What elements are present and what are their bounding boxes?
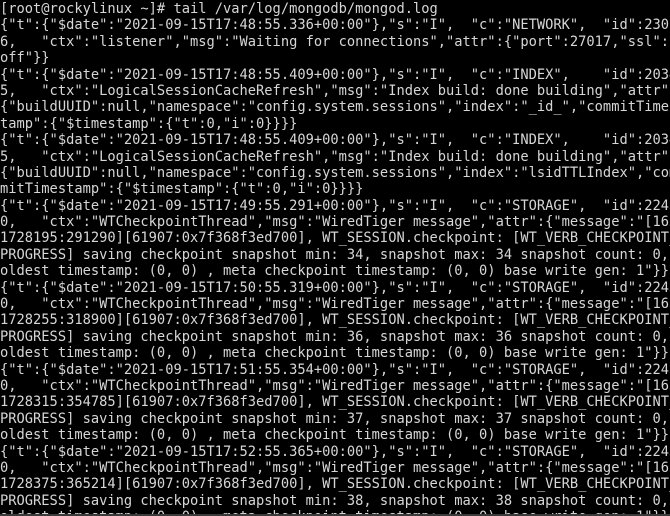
log-output-line: 0, "ctx":"WTCheckpointThread","msg":"Wir… bbox=[0, 377, 670, 394]
terminal-window[interactable]: [root@rockylinux ~]# tail /var/log/mongo… bbox=[0, 0, 670, 516]
log-output-line: {"t":{"$date":"2021-09-15T17:51:55.354+0… bbox=[0, 361, 670, 378]
log-output-line: PROGRESS] saving checkpoint snapshot min… bbox=[0, 246, 670, 263]
log-output-line: mitTimestamp":{"$timestamp":{"t":0,"i":0… bbox=[0, 181, 364, 198]
log-output-line: {"t":{"$date":"2021-09-15T17:48:55.409+0… bbox=[0, 66, 670, 83]
log-output-line: {"t":{"$date":"2021-09-15T17:52:55.365+0… bbox=[0, 443, 670, 460]
log-output-line: 0, "ctx":"WTCheckpointThread","msg":"Wir… bbox=[0, 459, 670, 476]
command-prompt-line: [root@rockylinux ~]# tail /var/log/mongo… bbox=[0, 1, 438, 17]
log-output-line: 0, "ctx":"WTCheckpointThread","msg":"Wir… bbox=[0, 214, 670, 231]
log-output-line: {"buildUUID":null,"namespace":"config.sy… bbox=[0, 164, 670, 181]
log-output-line: 6, "ctx":"listener","msg":"Waiting for c… bbox=[0, 33, 670, 50]
log-output-line: PROGRESS] saving checkpoint snapshot min… bbox=[0, 410, 670, 427]
log-output-line: oldest timestamp: (0, 0) , meta checkpoi… bbox=[0, 345, 670, 362]
log-output-line: {"t":{"$date":"2021-09-15T17:50:55.319+0… bbox=[0, 279, 670, 296]
log-output-line: 1728255:318900][61907:0x7f368f3ed700], W… bbox=[0, 312, 670, 329]
log-output-line: 5, "ctx":"LogicalSessionCacheRefresh","m… bbox=[0, 82, 670, 99]
log-output-line: 0, "ctx":"WTCheckpointThread","msg":"Wir… bbox=[0, 296, 670, 313]
log-output-line: {"t":{"$date":"2021-09-15T17:48:55.409+0… bbox=[0, 132, 670, 149]
log-output-line: PROGRESS] saving checkpoint snapshot min… bbox=[0, 492, 670, 509]
log-output-line: PROGRESS] saving checkpoint snapshot min… bbox=[0, 328, 670, 345]
log-output-line: 1728375:365214][61907:0x7f368f3ed700], W… bbox=[0, 476, 670, 493]
log-output-line: {"t":{"$date":"2021-09-15T17:49:55.291+0… bbox=[0, 197, 670, 214]
log-output-line: {"buildUUID":null,"namespace":"config.sy… bbox=[0, 99, 670, 116]
log-output-line: oldest timestamp: (0, 0) , meta checkpoi… bbox=[0, 263, 670, 280]
log-output-line: off"}} bbox=[0, 50, 50, 67]
log-output-line: oldest timestamp: (0, 0) , meta checkpoi… bbox=[0, 509, 670, 514]
log-output-line: 5, "ctx":"LogicalSessionCacheRefresh","m… bbox=[0, 148, 670, 165]
log-output-line: 1728315:354785][61907:0x7f368f3ed700], W… bbox=[0, 394, 670, 411]
log-output-line: oldest timestamp: (0, 0) , meta checkpoi… bbox=[0, 427, 670, 444]
log-output-line: 1728195:291290][61907:0x7f368f3ed700], W… bbox=[0, 230, 670, 247]
log-output-line: tamp":{"$timestamp":{"t":0,"i":0}}}} bbox=[0, 115, 298, 132]
terminal-screen[interactable]: [root@rockylinux ~]# tail /var/log/mongo… bbox=[0, 0, 670, 514]
log-output-line: {"t":{"$date":"2021-09-15T17:48:55.336+0… bbox=[0, 17, 670, 34]
